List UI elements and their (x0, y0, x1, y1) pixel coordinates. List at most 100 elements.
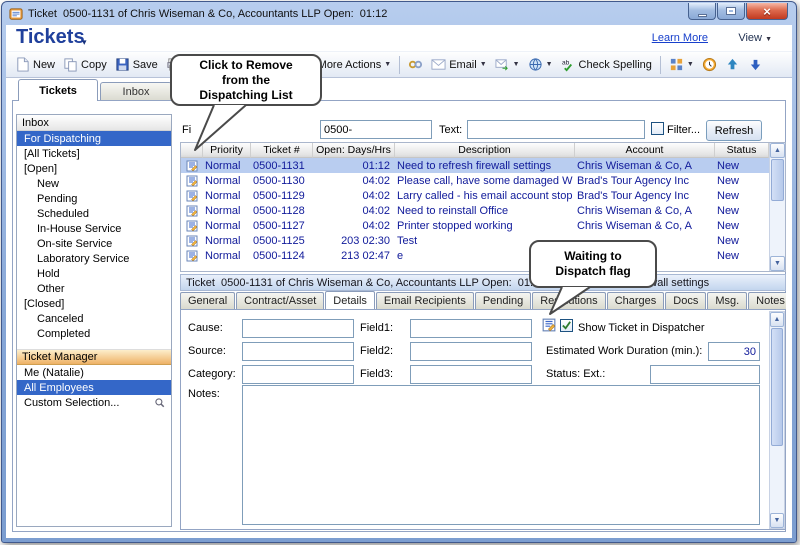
timer-button[interactable] (699, 55, 720, 74)
sidebar-item-in-house-service[interactable]: In-House Service (17, 221, 171, 236)
detail-tab-notes[interactable]: Notes (748, 292, 786, 309)
field2-field[interactable] (410, 342, 532, 361)
table-row[interactable]: Normal0500-1124213 02:47eNew (181, 248, 769, 263)
filter-checkbox[interactable] (651, 122, 664, 135)
status-ext-field[interactable] (650, 365, 760, 384)
arrow-down-icon (748, 57, 763, 72)
estimated-duration-field[interactable] (708, 342, 760, 361)
sidebar-item-scheduled[interactable]: Scheduled (17, 206, 171, 221)
dispatch-ticket-icon (186, 175, 198, 187)
detail-tab-docs[interactable]: Docs (665, 292, 706, 309)
send-email-icon (495, 57, 510, 72)
detail-tab-details[interactable]: Details (325, 291, 375, 309)
learn-more-link[interactable]: Learn More (652, 32, 708, 44)
table-scrollbar[interactable]: ▲ ▼ (769, 143, 785, 271)
navigate-down-button[interactable] (745, 55, 766, 74)
table-row[interactable]: Normal0500-1125203 02:30TestNew (181, 233, 769, 248)
checkmark-icon (561, 320, 572, 331)
detail-scrollbar[interactable]: ▲ ▼ (769, 311, 785, 529)
check-spelling-button[interactable]: ab Check Spelling (558, 55, 655, 74)
sidebar-item-pending[interactable]: Pending (17, 191, 171, 206)
sidebar-item-other[interactable]: Other (17, 281, 171, 296)
tab-tickets[interactable]: Tickets (18, 79, 98, 101)
sidebar-item-on-site-service[interactable]: On-site Service (17, 236, 171, 251)
ticket-filter-input[interactable] (320, 120, 432, 139)
link-button[interactable] (405, 55, 426, 74)
email-button[interactable]: Email ▼ (428, 55, 489, 74)
show-in-dispatcher-checkbox[interactable] (560, 319, 573, 332)
maximize-button[interactable] (717, 3, 745, 20)
scroll-down-button[interactable]: ▼ (770, 256, 785, 271)
web-button[interactable]: ▼ (525, 55, 556, 74)
sidebar-item-completed[interactable]: Completed (17, 326, 171, 341)
more-actions-button[interactable]: More Actions ▼ (315, 57, 395, 73)
send-receive-button[interactable]: ▼ (492, 55, 523, 74)
refresh-button[interactable]: Refresh (706, 120, 762, 141)
scrollbar-thumb[interactable] (771, 159, 784, 201)
sidebar-header-inbox[interactable]: Inbox (17, 115, 171, 131)
table-row[interactable]: Normal0500-112804:02Need to reinstall Of… (181, 203, 769, 218)
tab-inbox[interactable]: Inbox (100, 82, 172, 101)
source-field[interactable] (242, 342, 354, 361)
notes-field[interactable] (242, 385, 760, 525)
scrollbar-thumb[interactable] (771, 328, 783, 446)
column-header-open[interactable]: Open: Days/Hrs (313, 143, 395, 158)
detail-tab-msg[interactable]: Msg. (707, 292, 747, 309)
dispatch-ticket-icon (186, 250, 198, 262)
copy-button[interactable]: Copy (60, 55, 110, 74)
cause-field[interactable] (242, 319, 354, 338)
scroll-down-button[interactable]: ▼ (770, 513, 784, 528)
sidebar-item-closed[interactable]: [Closed] (17, 296, 171, 311)
callout-tail (542, 286, 596, 317)
show-in-dispatcher-label: Show Ticket in Dispatcher (578, 322, 705, 334)
sidebar-header-ticket-manager[interactable]: Ticket Manager (17, 349, 171, 365)
sidebar-item-me[interactable]: Me (Natalie) (17, 365, 171, 380)
chevron-down-icon[interactable]: ▾ (82, 37, 87, 48)
maximize-icon (726, 7, 736, 15)
sidebar-item-all-tickets[interactable]: [All Tickets] (17, 146, 171, 161)
detail-tab-pending[interactable]: Pending (475, 292, 531, 309)
field2-label: Field2: (360, 345, 393, 357)
view-button[interactable]: View ▼ (738, 32, 772, 44)
column-header-status[interactable]: Status (715, 143, 769, 158)
layout-button[interactable]: ▼ (666, 55, 697, 74)
column-header-account[interactable]: Account (575, 143, 715, 158)
detail-tab-email-recipients[interactable]: Email Recipients (376, 292, 474, 309)
table-row[interactable]: Normal0500-112704:02Printer stopped work… (181, 218, 769, 233)
scroll-up-button[interactable]: ▲ (770, 143, 785, 158)
link-icon (408, 57, 423, 72)
sidebar-item-for-dispatching[interactable]: For Dispatching (17, 131, 171, 146)
new-button[interactable]: New (12, 55, 58, 74)
save-button[interactable]: Save (112, 55, 161, 74)
detail-tab-general[interactable]: General (180, 292, 235, 309)
scroll-up-button[interactable]: ▲ (770, 312, 784, 327)
detail-tab-charges[interactable]: Charges (607, 292, 665, 309)
field3-field[interactable] (410, 365, 532, 384)
sidebar-item-new[interactable]: New (17, 176, 171, 191)
dispatch-ticket-icon (186, 235, 198, 247)
close-button[interactable]: × (746, 3, 788, 20)
status-ext-label: Status: Ext.: (546, 368, 605, 380)
callout-text: Waiting to Dispatch flag (555, 249, 630, 279)
minimize-button[interactable] (688, 3, 716, 20)
table-row[interactable]: Normal0500-113004:02Please call, have so… (181, 173, 769, 188)
sidebar-item-laboratory-service[interactable]: Laboratory Service (17, 251, 171, 266)
column-header-description[interactable]: Description (395, 143, 575, 158)
sidebar-item-hold[interactable]: Hold (17, 266, 171, 281)
detail-tab-contract-asset[interactable]: Contract/Asset (236, 292, 324, 309)
table-row[interactable]: Normal0500-113101:12Need to refresh fire… (181, 158, 769, 173)
callout-waiting-to-dispatch: Waiting to Dispatch flag (529, 240, 657, 288)
column-header-ticket[interactable]: Ticket # (251, 143, 313, 158)
sidebar-item-custom-selection[interactable]: Custom Selection... (17, 395, 171, 410)
text-filter-input[interactable] (467, 120, 645, 139)
titlebar[interactable]: Ticket 0500-1131 of Chris Wiseman & Co, … (9, 5, 666, 23)
field1-field[interactable] (410, 319, 532, 338)
sidebar-item-open[interactable]: [Open] (17, 161, 171, 176)
page-title[interactable]: Tickets (16, 26, 85, 49)
table-row[interactable]: Normal0500-112904:02Larry called - his e… (181, 188, 769, 203)
navigate-up-button[interactable] (722, 55, 743, 74)
arrow-up-icon: ▲ (774, 147, 781, 154)
category-field[interactable] (242, 365, 354, 384)
sidebar-item-canceled[interactable]: Canceled (17, 311, 171, 326)
sidebar-item-all-employees[interactable]: All Employees (17, 380, 171, 395)
